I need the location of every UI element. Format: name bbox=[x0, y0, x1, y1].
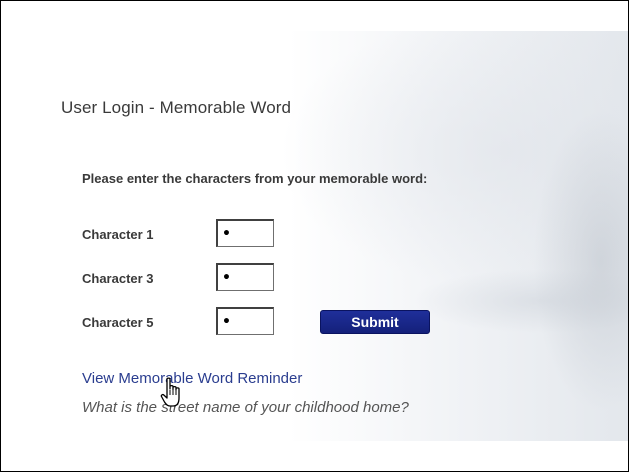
character-5-input[interactable] bbox=[216, 307, 274, 335]
character-5-label: Character 5 bbox=[82, 315, 154, 330]
page-title: User Login - Memorable Word bbox=[61, 98, 292, 117]
character-3-label: Character 3 bbox=[82, 271, 154, 286]
character-1-input[interactable] bbox=[216, 219, 274, 247]
character-3-input[interactable] bbox=[216, 263, 274, 291]
submit-button[interactable]: Submit bbox=[320, 310, 430, 334]
view-reminder-link[interactable]: View Memorable Word Reminder bbox=[82, 370, 302, 387]
reminder-hint-text: What is the street name of your childhoo… bbox=[82, 399, 409, 416]
character-1-label: Character 1 bbox=[82, 227, 154, 242]
instructions-text: Please enter the characters from your me… bbox=[82, 171, 428, 186]
